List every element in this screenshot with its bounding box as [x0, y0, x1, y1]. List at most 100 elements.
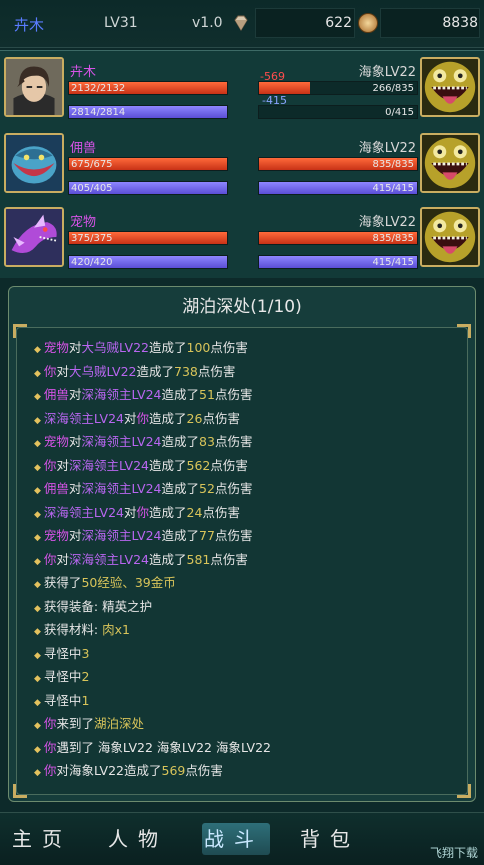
enemy-mp-bar: 0/415	[258, 105, 418, 119]
log-segment: 点伤害	[214, 434, 253, 449]
log-segment: 点伤害	[210, 340, 248, 355]
log-segment: 51	[199, 387, 215, 402]
log-segment: 点伤害	[214, 481, 253, 496]
log-line: ◆ 获得材料: 肉x1	[34, 618, 454, 642]
log-line: ◆ 宠物对深海领主LV24造成了77点伤害	[34, 524, 454, 548]
party-panel: 卉木 2132/2132 2814/2814 海象LV22 -569 266/8…	[0, 50, 484, 278]
log-segment: 深海领主LV24	[68, 551, 150, 567]
log-segment: 遇到了 海象LV22 海象LV22 海象LV22	[56, 739, 272, 755]
log-line: ◆ 你对深海领主LV24造成了581点伤害	[34, 548, 454, 572]
log-segment: 深海领主LV24	[68, 457, 150, 473]
log-line: ◆ 佣兽对深海领主LV24造成了52点伤害	[34, 477, 454, 501]
log-segment: 获得材料:	[43, 622, 103, 637]
enemy-name: 海象LV22	[358, 65, 416, 80]
log-segment: 深海领主LV24	[81, 387, 162, 402]
log-segment: 湖泊深处	[93, 716, 144, 731]
log-segment: 造成了	[136, 363, 175, 379]
diamond-bullet-icon: ◆	[34, 462, 41, 473]
log-segment: 获得了	[43, 575, 82, 590]
enemy-hp-text: 835/835	[372, 159, 414, 170]
log-line: ◆ 寻怪中3	[34, 642, 454, 666]
hero-hp-bar: 2132/2132	[68, 81, 228, 95]
nav-tab-0[interactable]: 主页	[2, 813, 82, 865]
enemy-mp-bar: 415/415	[258, 255, 418, 269]
nav-tab-3[interactable]: 背包	[290, 813, 370, 865]
enemy-hp-fill	[259, 82, 310, 94]
sea-monster-icon[interactable]	[420, 133, 480, 193]
log-segment: 点伤害	[210, 457, 248, 473]
hero-mp-bar: 2814/2814	[68, 105, 228, 119]
blue-beast-icon[interactable]	[4, 133, 64, 193]
log-segment: 对	[123, 504, 137, 520]
log-segment: 深海领主LV24	[81, 528, 162, 543]
frame-corner	[457, 784, 471, 798]
pet-hp-text: 375/375	[71, 233, 113, 244]
pet-name: 宠物	[70, 215, 97, 230]
log-segment: 寻怪中	[43, 692, 82, 708]
log-segment: 造成了	[161, 434, 200, 449]
log-line: ◆ 你对大乌贼LV22造成了738点伤害	[34, 360, 454, 384]
log-segment: 100	[186, 340, 211, 355]
nav-tab-1[interactable]: 人物	[98, 813, 178, 865]
diamond-bullet-icon: ◆	[34, 697, 41, 708]
diamond-bullet-icon: ◆	[34, 674, 41, 684]
enemy-hp-bar: 266/835	[258, 81, 418, 95]
enemy-hp-bar: 835/835	[258, 157, 418, 171]
log-segment: 造成了	[161, 387, 200, 402]
sea-monster-icon[interactable]	[420, 207, 480, 267]
log-line: ◆ 你对海象LV22造成了569点伤害	[34, 759, 454, 783]
top-status-bar: 卉木 LV31 v1.0 622 8838	[0, 0, 484, 48]
enemy-hp-text: 266/835	[372, 83, 414, 94]
pet-mp-text: 420/420	[71, 257, 113, 268]
mercenary-hp-bar: 675/675	[68, 157, 228, 171]
log-segment: 569	[161, 763, 186, 778]
log-segment: 宠物	[43, 340, 69, 355]
log-segment: 你	[43, 716, 57, 731]
diamond-bullet-icon: ◆	[34, 650, 41, 661]
log-segment: 获得装备: 精英之护	[43, 598, 153, 614]
log-segment: 52	[199, 481, 215, 496]
enemy-name: 海象LV22	[358, 215, 416, 230]
diamond-bullet-icon: ◆	[34, 392, 41, 402]
nav-tab-label: 战斗	[204, 827, 264, 851]
sea-monster-icon[interactable]	[420, 57, 480, 117]
player-level: LV31	[104, 15, 138, 31]
log-segment: 造成了	[149, 504, 187, 520]
nav-tab-label: 人物	[108, 827, 168, 851]
diamond-bullet-icon: ◆	[34, 768, 41, 778]
log-line: ◆ 宠物对深海领主LV24造成了83点伤害	[34, 430, 454, 454]
log-segment: 对	[68, 387, 82, 402]
log-segment: 造成了	[149, 551, 187, 567]
diamond-bullet-icon: ◆	[34, 415, 41, 426]
battle-location-title: 湖泊深处(1/10)	[182, 297, 302, 317]
hero-portrait-icon[interactable]	[4, 57, 64, 117]
log-segment: 点伤害	[202, 504, 240, 520]
log-segment: 对	[56, 363, 69, 379]
log-segment: 对海象LV22造成了	[56, 763, 162, 778]
log-segment: 点伤害	[185, 763, 223, 778]
log-segment: 你	[136, 504, 150, 520]
enemy-mp-bar: 415/415	[258, 181, 418, 195]
log-segment: 寻怪中	[43, 645, 82, 661]
log-segment: 你	[43, 763, 57, 778]
player-name[interactable]: 卉木	[14, 14, 44, 35]
coin-icon	[358, 13, 378, 33]
mercenary-name: 佣兽	[70, 141, 97, 156]
hero-mp-text: 2814/2814	[71, 107, 126, 118]
log-segment: 你	[43, 739, 57, 755]
enemy-mp-text: 0/415	[385, 107, 414, 118]
enemy-hp-bar: 835/835	[258, 231, 418, 245]
diamond-bullet-icon: ◆	[34, 627, 41, 637]
purple-dragon-icon[interactable]	[4, 207, 64, 267]
nav-tab-2[interactable]: 战斗	[194, 813, 274, 865]
log-segment: 581	[186, 551, 211, 567]
log-segment: 26	[186, 410, 203, 426]
log-segment: 肉x1	[102, 622, 130, 637]
log-line: ◆ 佣兽对深海领主LV24造成了51点伤害	[34, 383, 454, 407]
bottom-nav: 主页 人物 战斗 背包	[0, 812, 484, 865]
log-line: ◆ 获得了50经验、39金币	[34, 571, 454, 595]
log-segment: 佣兽	[43, 481, 69, 496]
nav-tab-label: 背包	[300, 827, 360, 851]
log-line: ◆ 你对深海领主LV24造成了562点伤害	[34, 454, 454, 478]
log-segment: 深海领主LV24	[81, 481, 162, 496]
